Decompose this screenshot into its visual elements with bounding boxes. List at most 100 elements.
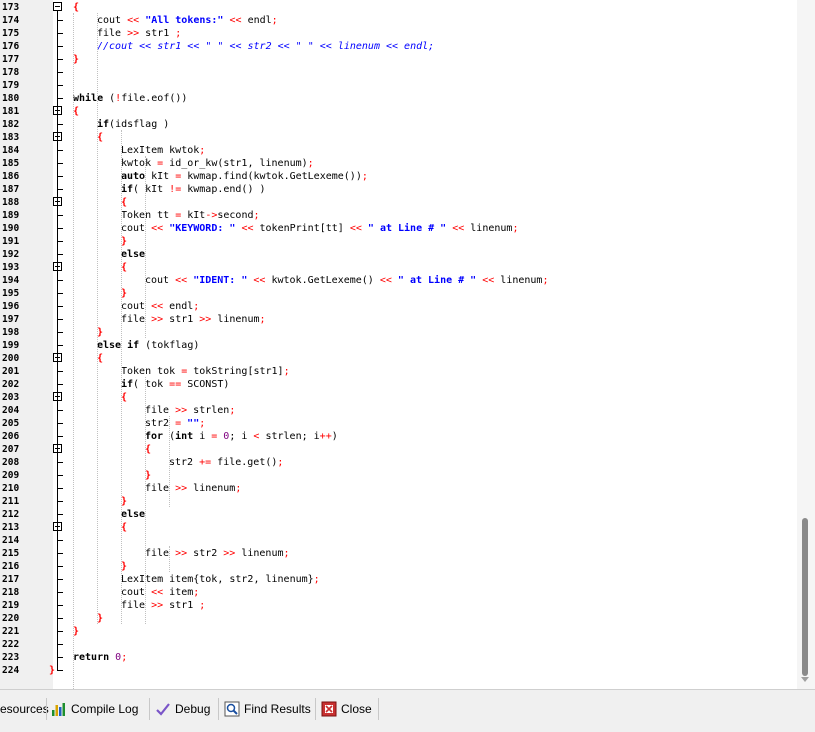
code-line[interactable]: 221}: [0, 625, 797, 638]
code-line[interactable]: 185 kwtok = id_or_kw(str1, linenum);: [0, 157, 797, 170]
code-token: " at Line # ": [367, 223, 447, 234]
code-line[interactable]: 217 LexItem item{tok, str2, linenum};: [0, 573, 797, 586]
code-line[interactable]: 215 file >> str2 >> linenum;: [0, 547, 797, 560]
line-number: 190: [2, 223, 20, 234]
code-line[interactable]: 208 str2 += file.get();: [0, 456, 797, 469]
code-text: return 0;: [73, 651, 127, 664]
code-line[interactable]: 203{: [0, 391, 797, 404]
scrollbar-thumb[interactable]: [802, 518, 808, 676]
code-token: cout: [121, 301, 152, 312]
tab-close[interactable]: Close: [321, 698, 372, 720]
code-token: ;: [283, 366, 290, 377]
code-line[interactable]: 189 Token tt = kIt->second;: [0, 209, 797, 222]
line-number: 193: [2, 262, 20, 273]
code-line[interactable]: 183{: [0, 131, 797, 144]
line-number: 194: [2, 275, 20, 286]
code-token: file: [145, 405, 176, 416]
code-line[interactable]: 191}: [0, 235, 797, 248]
line-number: 184: [2, 145, 20, 156]
code-line[interactable]: 197 file >> str1 >> linenum;: [0, 313, 797, 326]
code-line[interactable]: 220}: [0, 612, 797, 625]
code-token: {: [73, 2, 80, 13]
code-line[interactable]: 176 //cout << str1 << " " << str2 << " " …: [0, 40, 797, 53]
compile-log-icon: [51, 701, 67, 717]
code-text: else: [121, 508, 145, 521]
code-line[interactable]: 216}: [0, 560, 797, 573]
code-line[interactable]: 199 else if (tokflag): [0, 339, 797, 352]
code-line[interactable]: 182 if(idsflag ): [0, 118, 797, 131]
code-token: while: [73, 93, 104, 104]
vertical-scrollbar[interactable]: [797, 0, 815, 689]
code-line[interactable]: 195}: [0, 287, 797, 300]
code-token: ;: [542, 275, 549, 286]
code-line[interactable]: 178: [0, 66, 797, 79]
code-line[interactable]: 204 file >> strlen;: [0, 404, 797, 417]
code-line[interactable]: 179: [0, 79, 797, 92]
tab-debug[interactable]: Debug: [155, 698, 210, 720]
code-token: str1: [163, 314, 200, 325]
code-line[interactable]: 184 LexItem kwtok;: [0, 144, 797, 157]
code-line[interactable]: 222: [0, 638, 797, 651]
code-text: LexItem item{tok, str2, linenum};: [121, 573, 320, 586]
code-line[interactable]: 219 file >> str1 ;: [0, 599, 797, 612]
code-line[interactable]: 211}: [0, 495, 797, 508]
code-token: <<: [482, 275, 495, 286]
line-number: 189: [2, 210, 20, 221]
code-line[interactable]: 194 cout << "IDENT: " << kwtok.GetLexeme(…: [0, 274, 797, 287]
code-line[interactable]: 177}: [0, 53, 797, 66]
code-token: ->: [205, 210, 218, 221]
code-text: file >> str1 >> linenum;: [121, 313, 266, 326]
code-line[interactable]: 202 if( tok == SCONST): [0, 378, 797, 391]
tab-find-results[interactable]: Find Results: [224, 698, 311, 720]
code-line[interactable]: 173 {: [0, 1, 797, 14]
code-line[interactable]: 201 Token tok = tokString[str1];: [0, 365, 797, 378]
code-line[interactable]: 214: [0, 534, 797, 547]
code-line[interactable]: 193{: [0, 261, 797, 274]
code-line[interactable]: 180 while (!file.eof()): [0, 92, 797, 105]
code-token: file: [121, 314, 152, 325]
scroll-down-arrow-icon[interactable]: [801, 677, 809, 682]
code-text: for (int i = 0; i < strlen; i++): [145, 430, 338, 443]
code-line[interactable]: 174 cout << "All tokens:" << endl;: [0, 14, 797, 27]
code-token: kwtok: [121, 158, 158, 169]
code-line[interactable]: 198}: [0, 326, 797, 339]
line-number: 180: [2, 93, 20, 104]
code-editor[interactable]: 173{174 cout << "All tokens:" << endl; 175…: [0, 0, 797, 689]
fold-toggle-icon[interactable]: [53, 2, 62, 11]
code-line[interactable]: 186 auto kIt = kwmap.find(kwtok.GetLexeme…: [0, 170, 797, 183]
code-line[interactable]: 209}: [0, 469, 797, 482]
code-token: Token tok: [121, 366, 182, 377]
code-line[interactable]: 187 if( kIt != kwmap.end() ): [0, 183, 797, 196]
tab-compile-log[interactable]: Compile Log: [51, 698, 138, 720]
code-line[interactable]: 207{: [0, 443, 797, 456]
code-token: return: [73, 652, 110, 663]
indent-guide: [97, 13, 98, 624]
code-line[interactable]: 188{: [0, 196, 797, 209]
code-line[interactable]: 205 str2 = "";: [0, 417, 797, 430]
code-line[interactable]: 196 cout << endl;: [0, 300, 797, 313]
code-line[interactable]: 213{: [0, 521, 797, 534]
code-line[interactable]: 175 file >> str1 ;: [0, 27, 797, 40]
code-token: >>: [175, 483, 188, 494]
code-line[interactable]: 210 file >> linenum;: [0, 482, 797, 495]
code-text: file >> str2 >> linenum;: [145, 547, 290, 560]
tab-resources[interactable]: esources: [0, 698, 49, 720]
line-number: 224: [2, 665, 20, 676]
code-line[interactable]: 181{: [0, 105, 797, 118]
code-line[interactable]: 224}: [0, 664, 797, 677]
code-token: ;: [175, 28, 182, 39]
code-line[interactable]: 200{: [0, 352, 797, 365]
line-number: 213: [2, 522, 20, 533]
code-token: id_or_kw(str1, linenum): [163, 158, 308, 169]
code-text: file >> str1 ;: [121, 599, 205, 612]
code-line[interactable]: 206 for (int i = 0; i < strlen; i++): [0, 430, 797, 443]
code-token: ;: [193, 587, 200, 598]
code-line[interactable]: 223 return 0;: [0, 651, 797, 664]
code-text: //cout << str1 << " " << str2 << " " << …: [97, 40, 434, 53]
code-token: ;: [235, 483, 242, 494]
code-line[interactable]: 218 cout << item;: [0, 586, 797, 599]
code-line[interactable]: 212 else: [0, 508, 797, 521]
code-line[interactable]: 192 else: [0, 248, 797, 261]
code-line[interactable]: 190 cout << "KEYWORD: " << tokenPrint[tt]…: [0, 222, 797, 235]
code-token: if: [97, 119, 110, 130]
